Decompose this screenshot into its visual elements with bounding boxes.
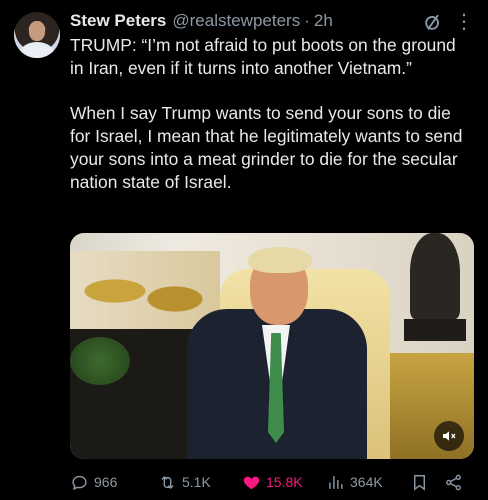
reply-count: 966	[94, 474, 118, 490]
avatar-shirt	[20, 42, 54, 58]
views-button[interactable]: 364K	[326, 473, 383, 492]
video-pedestal	[404, 319, 466, 341]
repost-count: 5.1K	[182, 474, 211, 490]
author-name[interactable]: Stew Peters	[70, 11, 166, 31]
more-icon[interactable]: ⋮	[454, 11, 474, 33]
video-gold-ornament	[70, 251, 220, 331]
author-handle[interactable]: @realstewpeters	[172, 11, 300, 31]
avatar[interactable]	[14, 12, 60, 58]
action-bar: 966 5.1K 15.8K 364K	[70, 470, 474, 494]
video-person-hair	[248, 247, 312, 273]
views-count: 364K	[350, 474, 383, 490]
like-count: 15.8K	[266, 474, 303, 490]
header-separator: ·	[304, 11, 310, 30]
grok-icon[interactable]	[422, 11, 444, 33]
reply-button[interactable]: 966	[70, 473, 117, 492]
post-text: TRUMP: “I’m not afraid to put boots on t…	[70, 35, 463, 192]
speaker-muted-icon[interactable]	[434, 421, 464, 451]
video-bust	[410, 233, 460, 319]
repost-icon	[161, 475, 174, 489]
avatar-face	[29, 21, 45, 41]
reply-icon	[72, 475, 87, 490]
video-plant	[70, 337, 130, 385]
repost-button[interactable]: 5.1K	[158, 473, 211, 492]
share-icon	[446, 474, 461, 490]
post-header: Stew Peters @realstewpeters · 2h	[70, 10, 474, 32]
post-video[interactable]	[70, 233, 474, 459]
like-button[interactable]: 15.8K	[242, 473, 303, 492]
bookmark-icon	[414, 474, 425, 491]
post-time[interactable]: 2h	[314, 11, 333, 31]
views-icon	[329, 475, 343, 489]
share-button[interactable]	[444, 473, 463, 492]
bookmark-button[interactable]	[410, 473, 429, 492]
heart-icon	[243, 476, 260, 489]
